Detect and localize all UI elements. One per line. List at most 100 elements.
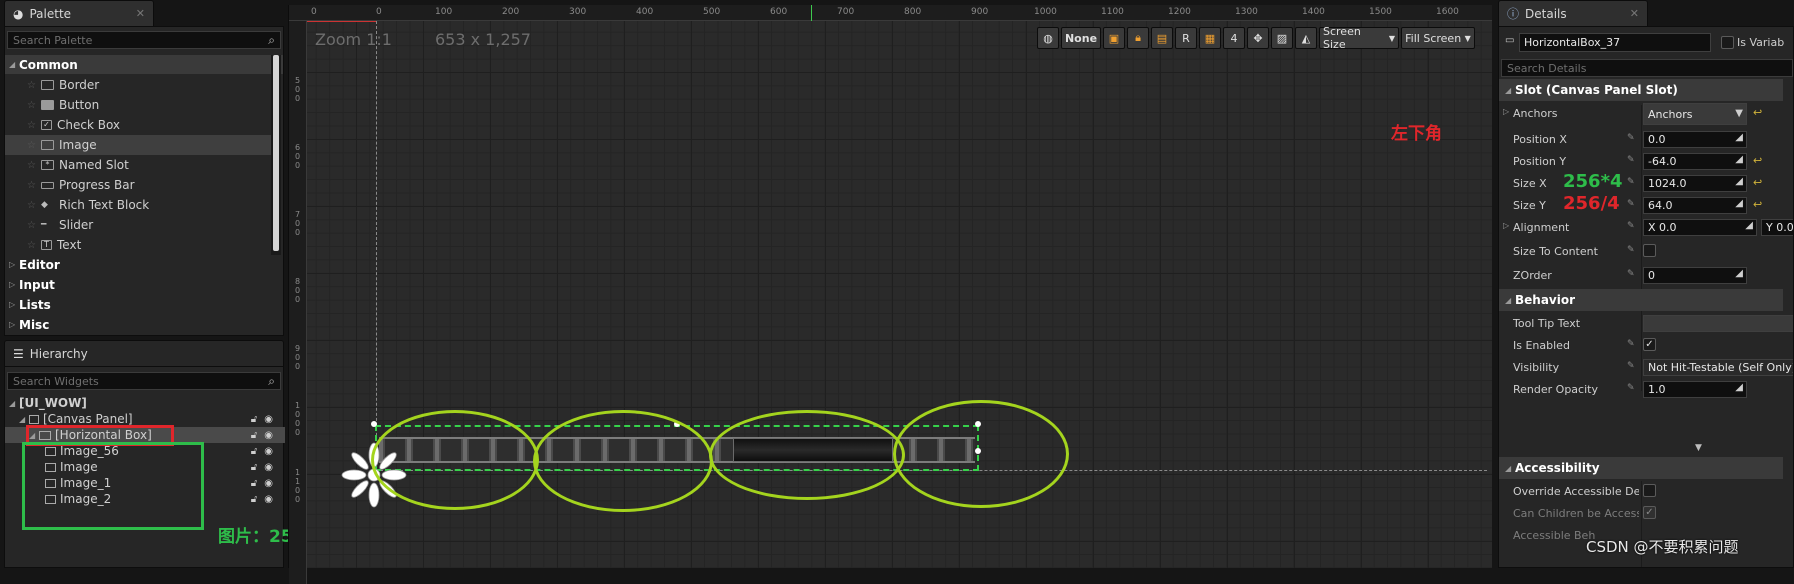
lock-icon[interactable]: 🔓︎ — [251, 446, 257, 457]
expand-arrow-icon[interactable]: ▷ — [1503, 221, 1509, 230]
category-misc[interactable]: ▷ Misc — [5, 315, 283, 334]
category-editor[interactable]: ▷ Editor — [5, 255, 283, 274]
override-accessible-checkbox[interactable] — [1643, 484, 1656, 497]
palette-item-border[interactable]: ☆ Border — [5, 75, 271, 95]
hierarchy-tab[interactable]: ☰ Hierarchy — [4, 340, 284, 366]
palette-search-input[interactable]: Search Palette ⌕ — [7, 31, 281, 49]
widget-name-input[interactable]: HorizontalBox_37 — [1519, 33, 1711, 52]
details-search-input[interactable]: Search Details — [1501, 59, 1793, 77]
r-button[interactable]: R — [1175, 27, 1197, 49]
close-icon[interactable]: ✕ — [1630, 7, 1639, 20]
hierarchy-search-input[interactable]: Search Widgets ⌕ — [7, 372, 281, 390]
lock-icon[interactable]: 🔒︎ — [1127, 27, 1149, 49]
palette-item-text[interactable]: ☆ T Text — [5, 235, 271, 255]
globe-icon[interactable]: ◍ — [1037, 27, 1059, 49]
resize-handle[interactable] — [371, 421, 377, 427]
pin-icon[interactable]: ✎ — [1627, 361, 1635, 371]
spin-icon[interactable]: ◢ — [1735, 154, 1743, 165]
lock-icon[interactable]: 🔓︎ — [251, 430, 257, 441]
expand-arrow-icon[interactable]: ▷ — [1503, 107, 1509, 116]
lock-icon[interactable]: 🔓︎ — [251, 462, 257, 473]
category-input[interactable]: ▷ Input — [5, 275, 283, 294]
alignment-y-input[interactable]: Y 0.0 — [1761, 219, 1793, 236]
eye-icon[interactable]: ◉ — [264, 446, 273, 457]
image-preview-icon[interactable]: ▨ — [1271, 27, 1293, 49]
reset-icon[interactable]: ↩ — [1753, 154, 1762, 167]
details-tab[interactable]: ⓘ Details ✕ — [1498, 0, 1648, 26]
eye-icon[interactable]: ◉ — [264, 462, 273, 473]
size-x-input[interactable]: 1024.0 ◢ — [1643, 175, 1747, 192]
is-variable-checkbox[interactable] — [1721, 36, 1734, 49]
reset-icon[interactable]: ↩ — [1753, 106, 1762, 119]
tooltip-input[interactable] — [1643, 315, 1793, 332]
layout-icon[interactable]: ▤ — [1151, 27, 1173, 49]
is-enabled-checkbox[interactable]: ✓ — [1643, 338, 1656, 351]
section-accessibility[interactable]: ◢ Accessibility — [1499, 457, 1783, 479]
screen-size-dropdown[interactable]: Screen Size ▼ — [1319, 25, 1399, 51]
row-visibility: Visibility ✎ Not Hit-Testable (Self Only… — [1513, 359, 1794, 376]
palette-item-progress-bar[interactable]: ☆ Progress Bar — [5, 175, 271, 195]
position-y-input[interactable]: -64.0 ◢ — [1643, 153, 1747, 170]
grid-snap-icon[interactable]: ▦ — [1199, 27, 1221, 49]
spin-icon[interactable]: ◢ — [1735, 176, 1743, 187]
show-advanced-icon[interactable]: ▼ — [1695, 443, 1702, 453]
render-opacity-input[interactable]: 1.0 ◢ — [1643, 381, 1747, 398]
lock-icon[interactable]: 🔓︎ — [251, 478, 257, 489]
annotation-ellipse — [533, 410, 713, 512]
mirror-icon[interactable]: ◭ — [1295, 27, 1317, 49]
palette-item-check-box[interactable]: ☆ ✓ Check Box — [5, 115, 271, 135]
none-dropdown[interactable]: None — [1061, 27, 1101, 49]
eye-icon[interactable]: ◉ — [264, 430, 273, 441]
size-to-content-checkbox[interactable] — [1643, 244, 1656, 257]
annotation-ellipse — [709, 410, 905, 500]
palette-item-named-slot[interactable]: ☆ * Named Slot — [5, 155, 271, 175]
lock-icon[interactable]: 🔓︎ — [251, 414, 257, 425]
category-lists[interactable]: ▷ Lists — [5, 295, 283, 314]
palette-item-slider[interactable]: ☆ ━ Slider — [5, 215, 271, 235]
spin-icon[interactable]: ◢ — [1735, 132, 1743, 143]
palette-item-rich-text-block[interactable]: ☆ ◆ Rich Text Block — [5, 195, 271, 215]
spin-icon[interactable]: ◢ — [1735, 382, 1743, 393]
alignment-x-input[interactable]: X 0.0 ◢ — [1643, 219, 1757, 236]
reset-icon[interactable]: ↩ — [1753, 176, 1762, 189]
visibility-dropdown[interactable]: Not Hit-Testable (Self Only) — [1643, 359, 1793, 376]
pin-icon[interactable]: ✎ — [1627, 245, 1635, 255]
pin-icon[interactable]: ✎ — [1627, 133, 1635, 143]
palette-item-button[interactable]: ☆ Button — [5, 95, 271, 115]
grid-size-button[interactable]: 4 — [1223, 27, 1245, 49]
search-icon[interactable]: ⌕ — [268, 33, 275, 48]
section-behavior[interactable]: ◢ Behavior — [1499, 289, 1783, 311]
reset-icon[interactable]: ↩ — [1753, 198, 1762, 211]
tree-item-root[interactable]: ◢ [UI_WOW] — [5, 395, 285, 411]
move-icon[interactable]: ✥ — [1247, 27, 1269, 49]
zorder-input[interactable]: 0 ◢ — [1643, 267, 1747, 284]
position-x-input[interactable]: 0.0 ◢ — [1643, 131, 1747, 148]
eye-icon[interactable]: ◉ — [264, 414, 273, 425]
lock-icon[interactable]: 🔓︎ — [251, 494, 257, 505]
section-slot[interactable]: ◢ Slot (Canvas Panel Slot) — [1499, 79, 1783, 101]
eye-icon[interactable]: ◉ — [264, 478, 273, 489]
eye-icon[interactable]: ◉ — [264, 494, 273, 505]
fill-screen-dropdown[interactable]: Fill Screen ▼ — [1401, 27, 1475, 49]
spin-icon[interactable]: ◢ — [1735, 268, 1743, 279]
pin-icon[interactable]: ✎ — [1627, 199, 1635, 209]
designer-viewport[interactable]: 0 0 100 200 300 400 500 600 700 800 900 … — [288, 5, 1492, 584]
palette-item-image[interactable]: ☆ Image — [5, 135, 271, 155]
pin-icon[interactable]: ✎ — [1627, 383, 1635, 393]
close-icon[interactable]: ✕ — [136, 7, 145, 20]
palette-scrollbar[interactable] — [271, 55, 281, 255]
pin-icon[interactable]: ✎ — [1627, 221, 1635, 231]
spin-icon[interactable]: ◢ — [1735, 198, 1743, 209]
category-common[interactable]: ◢ Common — [5, 55, 283, 74]
pin-icon[interactable]: ✎ — [1627, 339, 1635, 349]
size-y-input[interactable]: 64.0 ◢ — [1643, 197, 1747, 214]
anchors-dropdown[interactable]: Anchors ▼ — [1643, 103, 1747, 125]
pin-icon[interactable]: ✎ — [1627, 269, 1635, 279]
pin-icon[interactable]: ✎ — [1627, 155, 1635, 165]
spin-icon[interactable]: ◢ — [1745, 220, 1753, 231]
transform-icon[interactable]: ▣ — [1103, 27, 1125, 49]
search-icon[interactable]: ⌕ — [268, 374, 275, 389]
palette-tab[interactable]: ◕ Palette ✕ — [4, 0, 154, 26]
palette-scroll-thumb[interactable] — [273, 55, 279, 251]
pin-icon[interactable]: ✎ — [1627, 177, 1635, 187]
